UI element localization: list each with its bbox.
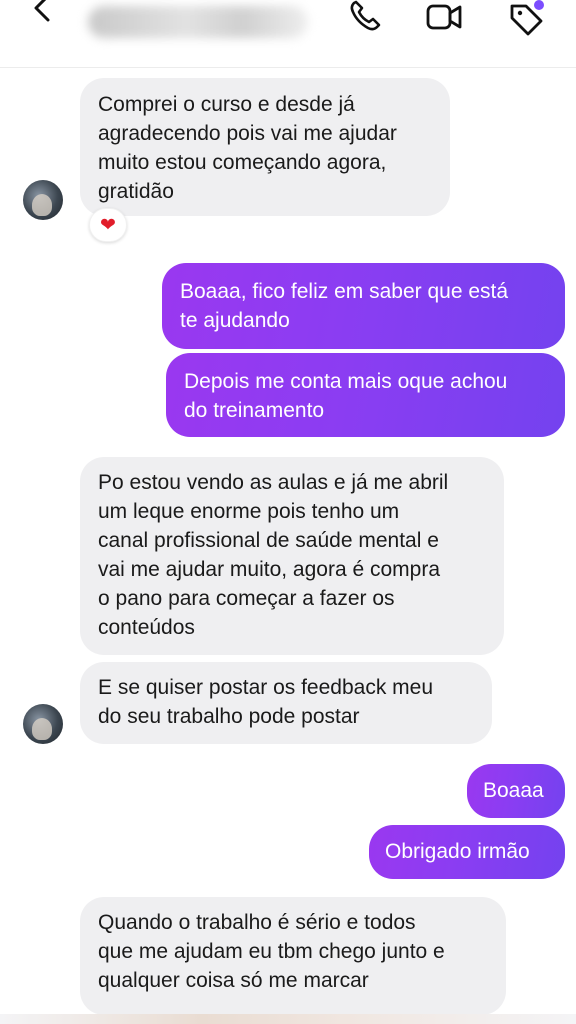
message-outgoing[interactable]: Boaaa	[467, 764, 565, 818]
video-camera-icon[interactable]	[424, 0, 464, 36]
notification-dot	[534, 0, 544, 10]
contact-avatar[interactable]	[23, 704, 63, 744]
contact-avatar[interactable]	[23, 180, 63, 220]
message-incoming[interactable]: Po estou vendo as aulas e já me abril um…	[80, 457, 504, 655]
message-incoming[interactable]: E se quiser postar os feedback meu do se…	[80, 662, 492, 744]
message-outgoing[interactable]: Boaaa, fico feliz em saber que está te a…	[162, 263, 565, 349]
heart-reaction-icon[interactable]: ❤	[89, 208, 127, 242]
message-incoming[interactable]: Quando o trabalho é sério e todos que me…	[80, 897, 506, 1015]
message-incoming[interactable]: Comprei o curso e desde já agradecendo p…	[80, 78, 450, 216]
chevron-left-icon[interactable]	[30, 0, 54, 28]
chat-header	[0, 0, 576, 68]
chat-screen: Comprei o curso e desde já agradecendo p…	[0, 0, 576, 1024]
tag-icon[interactable]	[506, 0, 546, 36]
message-outgoing[interactable]: Obrigado irmão	[369, 825, 565, 879]
next-message-preview	[0, 1014, 576, 1024]
phone-icon[interactable]	[344, 0, 384, 36]
contact-name-blurred[interactable]	[88, 6, 308, 38]
message-outgoing[interactable]: Depois me conta mais oque achou do trein…	[166, 353, 565, 437]
